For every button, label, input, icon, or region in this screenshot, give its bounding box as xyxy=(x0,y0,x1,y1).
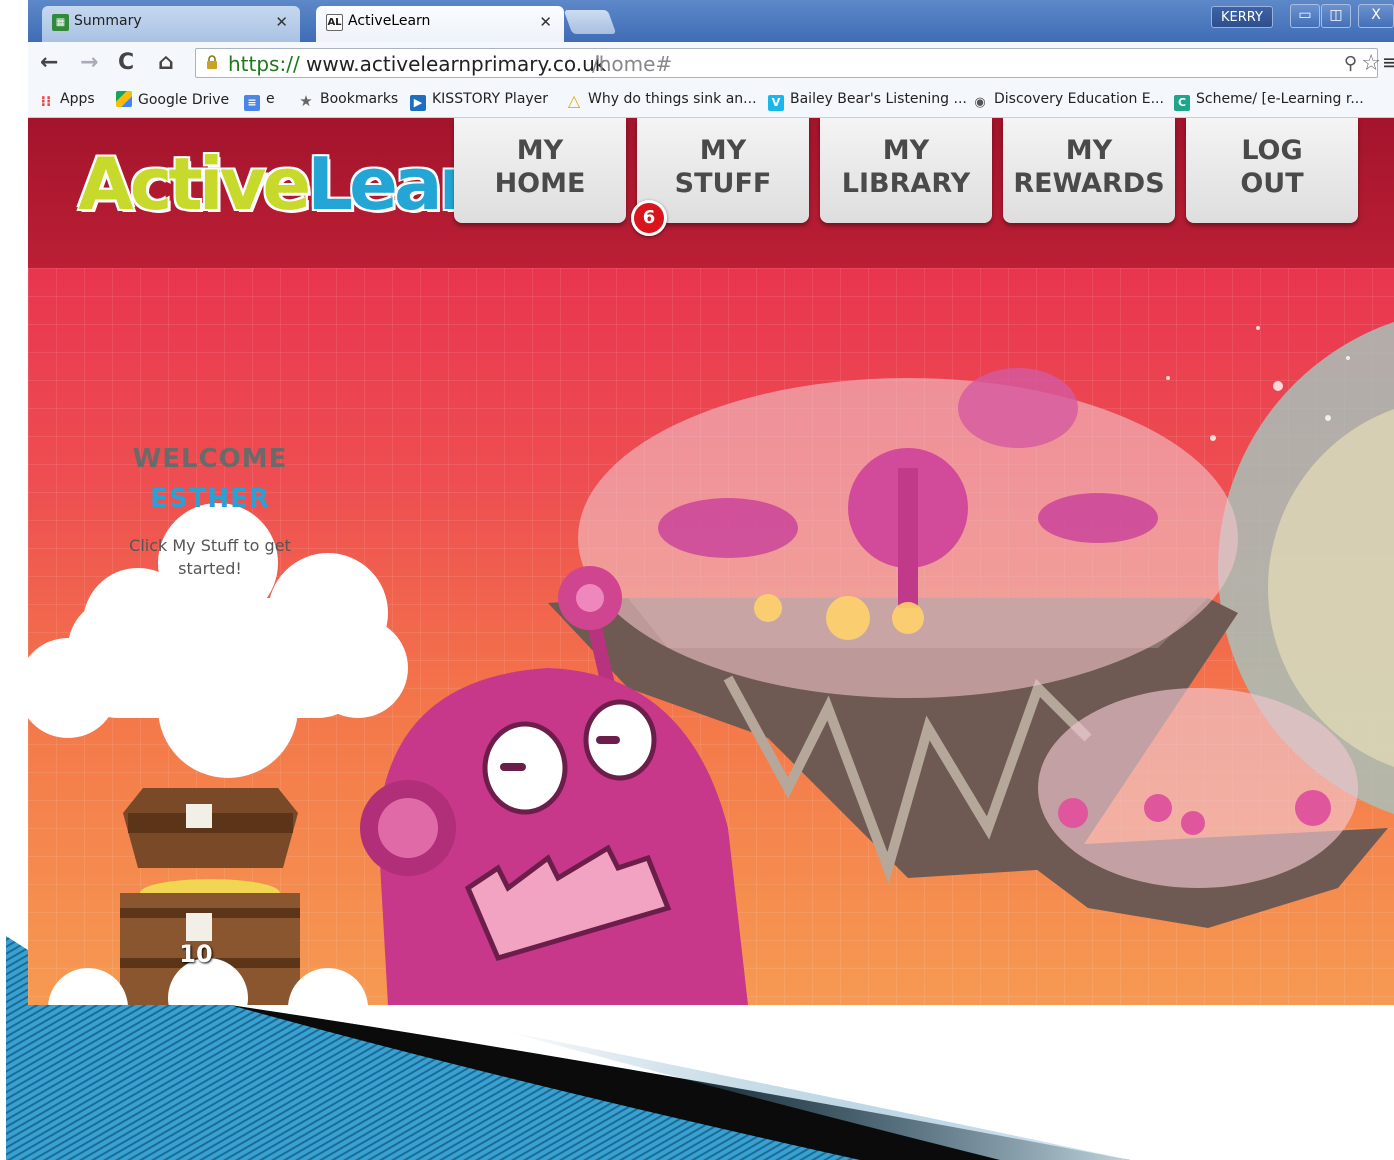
bookmark-apps[interactable]: ⁝⁝ Apps xyxy=(38,91,95,110)
title-bar: ▦ Summary ✕ AL ActiveLearn ✕ KERRY ▭ ◫ X xyxy=(28,0,1394,42)
docs-icon: ≡ xyxy=(244,95,260,111)
browser-toolbar: ← → C ⌂ https:// www.activelearnprimary.… xyxy=(28,42,1394,84)
tab-summary[interactable]: ▦ Summary ✕ xyxy=(42,6,300,42)
reload-icon[interactable]: C xyxy=(118,50,134,75)
bookmark-bailey-bear[interactable]: V Bailey Bear's Listening ... xyxy=(768,91,967,111)
tab-summary-label: Summary xyxy=(74,13,142,29)
bookmark-discovery-education[interactable]: ◉ Discovery Education E... xyxy=(972,91,1164,111)
url-host: www.activelearnprimary.co.uk xyxy=(306,52,607,76)
tab-activelearn-label: ActiveLearn xyxy=(348,13,431,29)
bookmarks-bar: ⁝⁝ Apps Google Drive ≡ e ★ Bookmarks ▶ KISST… xyxy=(28,84,1394,118)
page-action-icon[interactable]: ⚲ xyxy=(1344,53,1357,74)
nav-log-out[interactable]: LOG OUT xyxy=(1186,118,1358,223)
bookmark-e[interactable]: ≡ e xyxy=(244,91,275,111)
nav-my-stuff-line2: STUFF xyxy=(674,168,772,199)
discovery-icon: ◉ xyxy=(974,95,986,110)
nav-log-out-line2: OUT xyxy=(1240,168,1304,199)
nav-my-library[interactable]: MY LIBRARY xyxy=(820,118,992,223)
activelearn-favicon-icon: AL xyxy=(326,14,343,31)
nav-my-rewards-line1: MY xyxy=(1065,135,1113,166)
welcome-name: ESTHER xyxy=(150,484,270,514)
home-scene: WELCOME ESTHER Click My Stuff to get sta… xyxy=(28,268,1394,1005)
url-path: /home# xyxy=(592,52,673,76)
nav-my-home-line2: HOME xyxy=(494,168,586,199)
treasure-chest-icon xyxy=(48,788,368,1005)
logo-part-active: Active xyxy=(78,142,311,226)
triangle-icon: △ xyxy=(567,91,581,110)
notification-badge[interactable]: 6 xyxy=(631,200,667,236)
url-scheme: https:// xyxy=(228,52,300,76)
address-bar[interactable]: https:// www.activelearnprimary.co.uk /h… xyxy=(195,48,1381,78)
bookmark-google-drive[interactable]: Google Drive xyxy=(116,91,229,108)
close-tab-icon[interactable]: ✕ xyxy=(539,13,552,31)
play-icon: ▶ xyxy=(410,95,426,111)
forward-arrow-icon[interactable]: → xyxy=(80,50,98,75)
nav-my-rewards[interactable]: MY REWARDS xyxy=(1003,118,1175,223)
lock-icon xyxy=(207,55,217,69)
menu-icon[interactable]: ≡ xyxy=(1382,50,1394,74)
bookmark-scheme[interactable]: C Scheme/ [e-Learning r... xyxy=(1174,91,1364,111)
new-tab-button[interactable] xyxy=(563,10,617,34)
nav-my-home[interactable]: MY HOME xyxy=(454,118,626,223)
nav-my-stuff-line1: MY xyxy=(699,135,747,166)
profile-button[interactable]: KERRY xyxy=(1211,6,1273,28)
chest-coin-count[interactable]: 10 xyxy=(166,940,226,968)
star-icon: ★ xyxy=(299,92,313,110)
nav-my-rewards-line2: REWARDS xyxy=(1013,168,1165,199)
browser-window: ▦ Summary ✕ AL ActiveLearn ✕ KERRY ▭ ◫ X… xyxy=(28,0,1394,1005)
summary-favicon-icon: ▦ xyxy=(52,14,69,31)
welcome-message: Click My Stuff to get started! xyxy=(129,536,291,578)
activelearn-logo[interactable]: ActiveLearn xyxy=(78,142,521,226)
minimize-button[interactable]: ▭ xyxy=(1290,4,1320,28)
bookmark-why-things-sink[interactable]: △ Why do things sink an... xyxy=(566,91,757,109)
back-arrow-icon[interactable]: ← xyxy=(40,50,58,75)
nav-my-library-line1: MY xyxy=(882,135,930,166)
welcome-title: WELCOME xyxy=(132,444,288,474)
vimeo-icon: V xyxy=(768,95,784,111)
site-header: ActiveLearn MY HOME MY STUFF MY LIBRARY … xyxy=(28,118,1394,268)
nav-my-home-line1: MY xyxy=(516,135,564,166)
scheme-icon: C xyxy=(1174,95,1190,111)
bookmark-bookmarks[interactable]: ★ Bookmarks xyxy=(298,91,398,109)
activelearn-page: ActiveLearn MY HOME MY STUFF MY LIBRARY … xyxy=(28,118,1394,1005)
apps-grid-icon: ⁝⁝ xyxy=(40,94,52,110)
home-icon[interactable]: ⌂ xyxy=(158,50,174,75)
close-tab-icon[interactable]: ✕ xyxy=(275,13,288,31)
close-window-button[interactable]: X xyxy=(1358,4,1394,28)
google-drive-icon xyxy=(116,91,132,107)
tab-activelearn[interactable]: AL ActiveLearn ✕ xyxy=(316,6,564,42)
nav-log-out-line1: LOG xyxy=(1241,135,1303,166)
bookmark-star-icon[interactable]: ☆ xyxy=(1361,51,1381,76)
bookmark-kisstory[interactable]: ▶ KISSTORY Player xyxy=(410,91,548,111)
nav-my-library-line2: LIBRARY xyxy=(841,168,971,199)
scene-illustration xyxy=(28,321,1394,1005)
maximize-button[interactable]: ◫ xyxy=(1321,4,1351,28)
